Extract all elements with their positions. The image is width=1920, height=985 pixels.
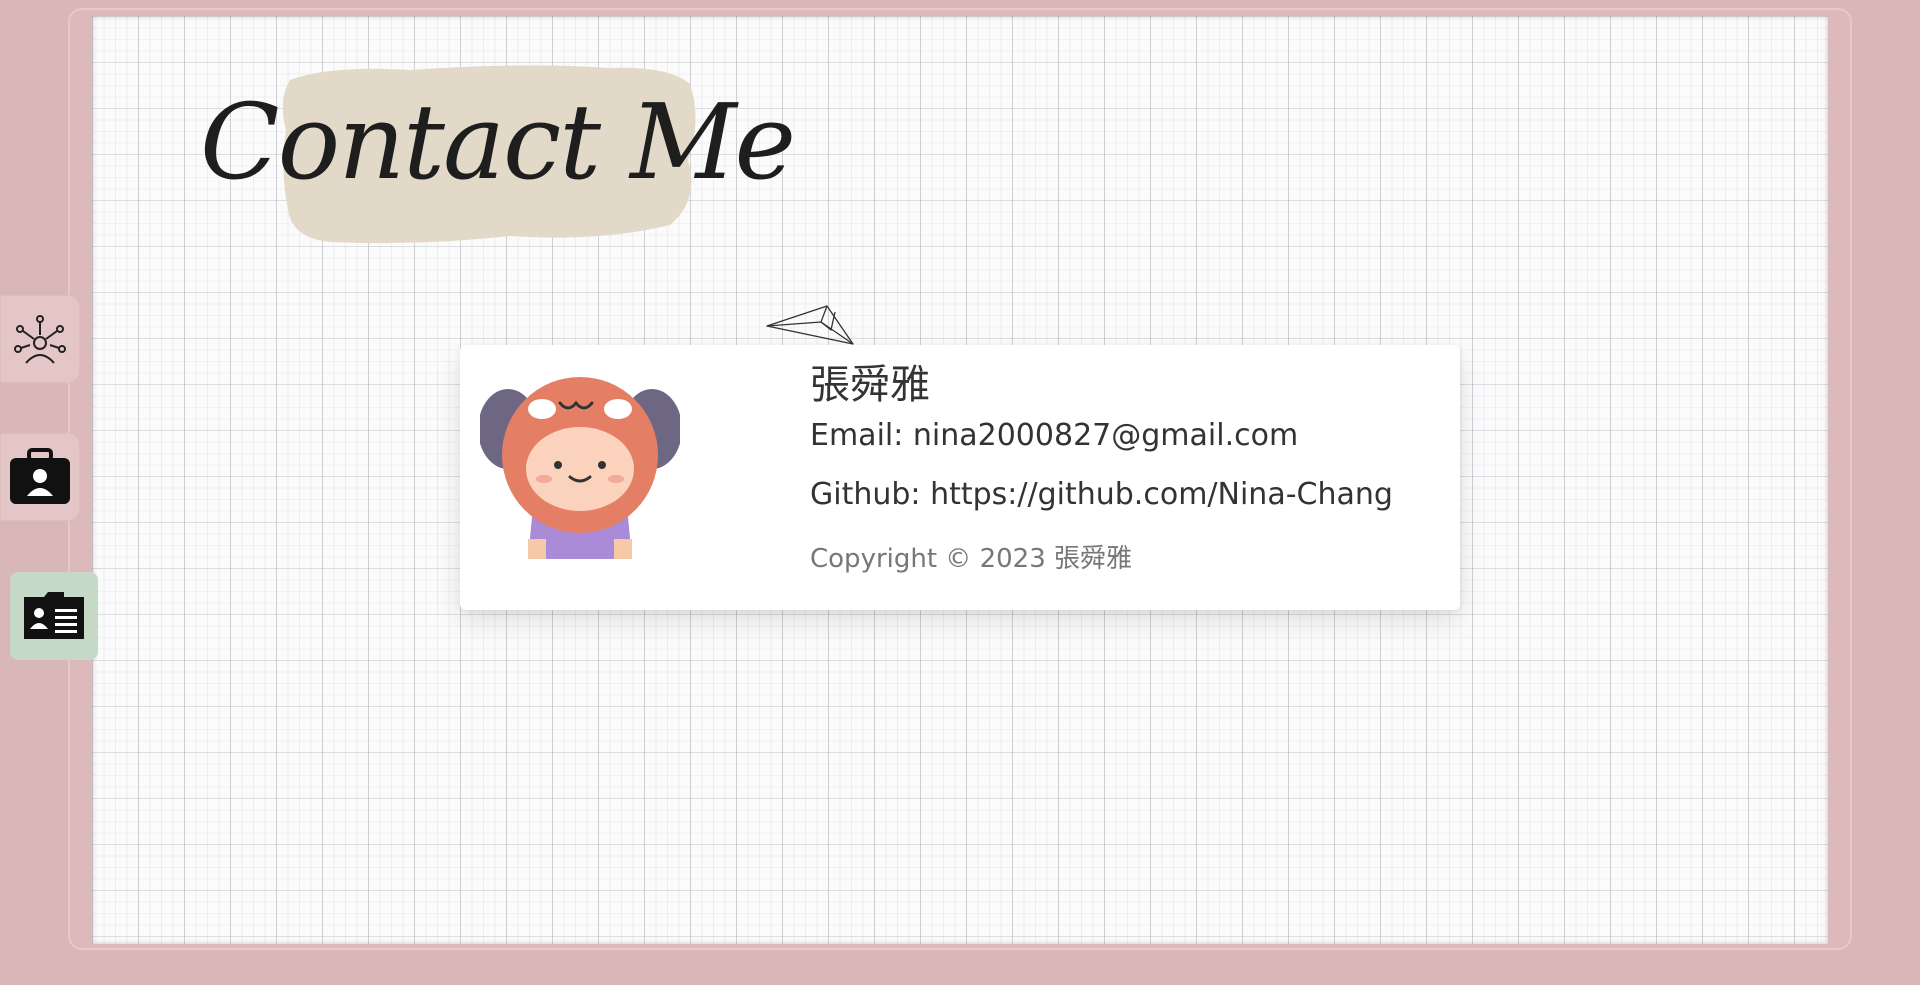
paper-plane-icon <box>766 305 854 345</box>
contact-card: 張舜雅 Email: nina2000827@gmail.com Github:… <box>460 345 1460 610</box>
github-line: Github: https://github.com/Nina-Chang <box>810 476 1440 513</box>
briefcase-person-icon <box>10 448 70 504</box>
github-label: Github: <box>810 476 931 512</box>
email-link[interactable]: nina2000827@gmail.com <box>913 418 1298 453</box>
nav-skills-button[interactable] <box>0 295 80 383</box>
contact-name: 張舜雅 <box>810 362 930 408</box>
contact-card-icon <box>24 592 84 639</box>
email-line: Email: nina2000827@gmail.com <box>810 418 1440 454</box>
avatar-illustration <box>480 377 680 559</box>
page-title-block: Contact Me <box>200 60 796 250</box>
contact-info: 張舜雅 Email: nina2000827@gmail.com Github:… <box>810 363 1440 575</box>
page-title: Contact Me <box>200 81 796 203</box>
github-link[interactable]: https://github.com/Nina-Chang <box>930 477 1393 512</box>
email-label: Email: <box>810 418 913 453</box>
skills-network-icon <box>14 315 66 364</box>
nav-experience-button[interactable] <box>0 433 80 521</box>
copyright-text: Copyright © 2023 張舜雅 <box>810 544 1133 574</box>
nav-contact-button[interactable] <box>10 572 98 660</box>
